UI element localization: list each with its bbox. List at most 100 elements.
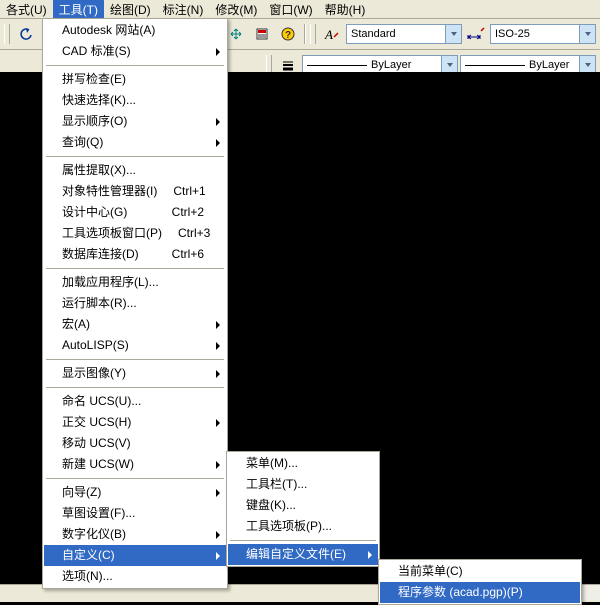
menu-item-label: 程序参数 (acad.pgp)(P) xyxy=(398,585,558,600)
tools-menu-item[interactable]: 设计中心(G) Ctrl+2 xyxy=(44,202,226,223)
tools-menu-item[interactable]: 正交 UCS(H) xyxy=(44,412,226,433)
tools-menu-item[interactable]: CAD 标准(S) xyxy=(44,41,226,62)
menu-item-label: 当前菜单(C) xyxy=(398,564,558,579)
tools-menu-item[interactable]: 命名 UCS(U)... xyxy=(44,391,226,412)
tools-menu-item[interactable]: 快速选择(K)... xyxy=(44,90,226,111)
menu-item-label: 工具选项板(P)... xyxy=(246,519,356,534)
menu-item-label: 显示图像(Y) xyxy=(62,366,204,381)
tools-menu-item[interactable]: 对象特性管理器(I)Ctrl+1 xyxy=(44,181,226,202)
menu-separator xyxy=(46,268,224,269)
tools-menu-item[interactable]: 数字化仪(B) xyxy=(44,524,226,545)
grip-icon xyxy=(4,24,10,44)
separator-icon xyxy=(304,24,306,44)
scroll-track[interactable] xyxy=(582,585,600,600)
menu-item-label: 命名 UCS(U)... xyxy=(62,394,204,409)
edit-custom-submenu-item[interactable]: 程序参数 (acad.pgp)(P) xyxy=(380,582,580,603)
menu-item-label: 数字化仪(B) xyxy=(62,527,204,542)
menu-item-label: 快速选择(K)... xyxy=(62,93,204,108)
menu-item-label: 自定义(C) xyxy=(62,548,204,563)
menu-item-label: 菜单(M)... xyxy=(246,456,356,471)
line-sample-icon xyxy=(307,65,367,66)
menu-item-label: 新建 UCS(W) xyxy=(62,457,204,472)
dim-style-value: ISO-25 xyxy=(495,28,530,40)
menu-format[interactable]: 各式(U) xyxy=(0,0,53,19)
menu-item-label: 拼写检查(E) xyxy=(62,72,204,87)
menu-item-accelerator: Ctrl+1 xyxy=(173,184,205,199)
customize-submenu: 菜单(M)... 工具栏(T)... 键盘(K)... 工具选项板(P)... 编辑自定… xyxy=(226,451,380,567)
tools-menu-item[interactable]: 草图设置(F)... xyxy=(44,503,226,524)
dim-style-icon xyxy=(464,22,488,46)
chevron-down-icon xyxy=(445,25,461,43)
menu-dimension[interactable]: 标注(N) xyxy=(157,0,210,19)
lineweight-value: ByLayer xyxy=(529,59,569,71)
edit-custom-submenu-item[interactable]: 当前菜单(C) xyxy=(380,561,580,582)
menu-item-label: 查询(Q) xyxy=(62,135,204,150)
tools-menu-item[interactable]: 运行脚本(R)... xyxy=(44,293,226,314)
menu-item-label: 显示顺序(O) xyxy=(62,114,204,129)
menu-item-label: 工具栏(T)... xyxy=(246,477,356,492)
tools-menu-item[interactable]: 自定义(C) xyxy=(44,545,226,566)
menu-separator xyxy=(46,359,224,360)
menu-item-label: Autodesk 网站(A) xyxy=(62,23,204,38)
menu-item-label: 属性提取(X)... xyxy=(62,163,204,178)
undo-button[interactable] xyxy=(14,22,38,46)
tools-menu-item[interactable]: 移动 UCS(V) xyxy=(44,433,226,454)
menu-item-label: 工具选项板窗口(P) xyxy=(62,226,162,241)
tools-menu-item[interactable]: 加载应用程序(L)... xyxy=(44,272,226,293)
customize-submenu-item[interactable]: 菜单(M)... xyxy=(228,453,378,474)
menu-item-label: 数据库连接(D) xyxy=(62,247,156,262)
menu-separator xyxy=(46,387,224,388)
menu-item-label: 运行脚本(R)... xyxy=(62,296,204,311)
menubar: 各式(U) 工具(T) 绘图(D) 标注(N) 修改(M) 窗口(W) 帮助(H… xyxy=(0,0,600,19)
menu-item-accelerator: Ctrl+2 xyxy=(172,205,204,220)
tools-menu: Autodesk 网站(A) CAD 标准(S) 拼写检查(E) 快速选择(K)...… xyxy=(42,18,228,589)
menu-item-label: 键盘(K)... xyxy=(246,498,356,513)
tools-menu-item[interactable]: AutoLISP(S) xyxy=(44,335,226,356)
tools-menu-item[interactable]: 选项(N)... xyxy=(44,566,226,587)
tools-menu-item[interactable]: 显示顺序(O) xyxy=(44,111,226,132)
menu-item-label: 选项(N)... xyxy=(62,569,204,584)
menu-item-label: 向导(Z) xyxy=(62,485,204,500)
menu-separator xyxy=(46,156,224,157)
menu-separator xyxy=(46,478,224,479)
menu-item-accelerator: Ctrl+6 xyxy=(172,247,204,262)
menu-tools[interactable]: 工具(T) xyxy=(53,0,104,19)
menu-separator xyxy=(46,65,224,66)
menu-modify[interactable]: 修改(M) xyxy=(209,0,263,19)
tools-menu-item[interactable]: 查询(Q) xyxy=(44,132,226,153)
tools-menu-item[interactable]: 工具选项板窗口(P)Ctrl+3 xyxy=(44,223,226,244)
tools-menu-item[interactable]: 显示图像(Y) xyxy=(44,363,226,384)
properties-button[interactable] xyxy=(250,22,274,46)
customize-submenu-item[interactable]: 编辑自定义文件(E) xyxy=(228,544,378,565)
chevron-down-icon xyxy=(579,25,595,43)
line-sample-icon xyxy=(465,65,525,66)
help-button[interactable]: ? xyxy=(276,22,300,46)
menu-item-label: 移动 UCS(V) xyxy=(62,436,204,451)
text-style-combo[interactable]: Standard xyxy=(346,24,462,44)
tools-menu-item[interactable]: Autodesk 网站(A) xyxy=(44,20,226,41)
tools-menu-item[interactable]: 宏(A) xyxy=(44,314,226,335)
customize-submenu-item[interactable]: 工具栏(T)... xyxy=(228,474,378,495)
menu-separator xyxy=(230,540,376,541)
linetype-value: ByLayer xyxy=(371,59,411,71)
text-style-value: Standard xyxy=(351,28,396,40)
menu-item-label: 编辑自定义文件(E) xyxy=(246,547,356,562)
svg-text:?: ? xyxy=(285,30,291,41)
menu-item-label: 宏(A) xyxy=(62,317,204,332)
tools-menu-item[interactable]: 拼写检查(E) xyxy=(44,69,226,90)
tools-menu-item[interactable]: 数据库连接(D) Ctrl+6 xyxy=(44,244,226,265)
menu-window[interactable]: 窗口(W) xyxy=(263,0,318,19)
menu-item-label: 设计中心(G) xyxy=(62,205,156,220)
tools-menu-item[interactable]: 向导(Z) xyxy=(44,482,226,503)
menu-draw[interactable]: 绘图(D) xyxy=(104,0,157,19)
menu-item-label: CAD 标准(S) xyxy=(62,44,204,59)
tools-menu-item[interactable]: 新建 UCS(W) xyxy=(44,454,226,475)
tools-menu-item[interactable]: 属性提取(X)... xyxy=(44,160,226,181)
dim-style-combo[interactable]: ISO-25 xyxy=(490,24,596,44)
text-style-icon: A xyxy=(320,22,344,46)
menu-help[interactable]: 帮助(H) xyxy=(319,0,372,19)
customize-submenu-item[interactable]: 键盘(K)... xyxy=(228,495,378,516)
menu-item-label: 正交 UCS(H) xyxy=(62,415,204,430)
menu-item-label: AutoLISP(S) xyxy=(62,338,204,353)
customize-submenu-item[interactable]: 工具选项板(P)... xyxy=(228,516,378,537)
